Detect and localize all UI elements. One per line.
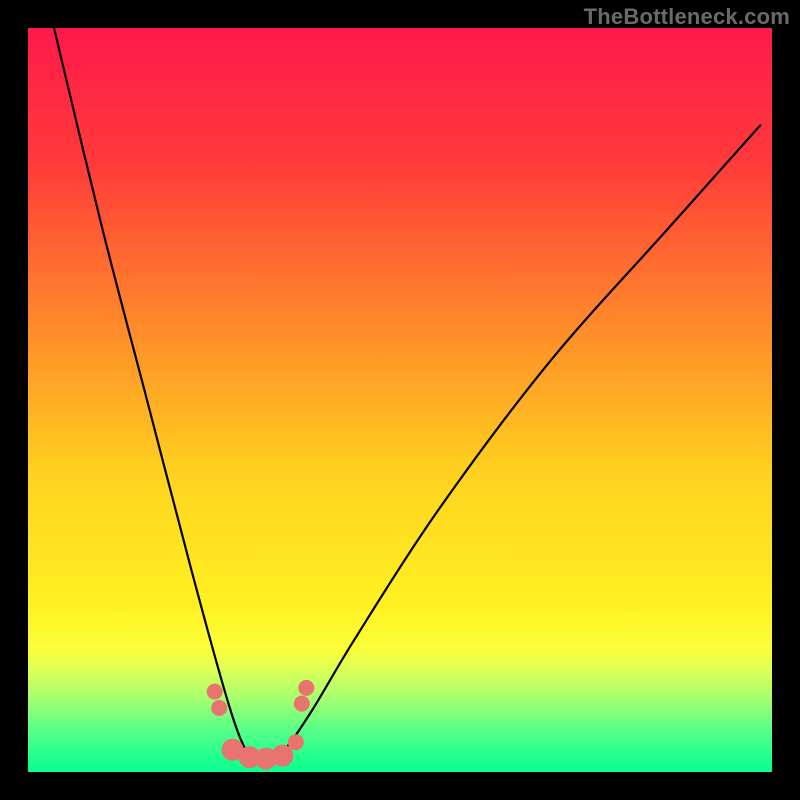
data-marker [271,745,293,767]
gradient-background [28,28,772,772]
chart-frame [28,28,772,772]
data-marker [288,734,304,750]
data-marker [211,700,227,716]
bottleneck-chart [28,28,772,772]
watermark-text: TheBottleneck.com [584,4,790,30]
data-marker [207,684,223,700]
data-marker [298,680,314,696]
data-marker [294,696,310,712]
